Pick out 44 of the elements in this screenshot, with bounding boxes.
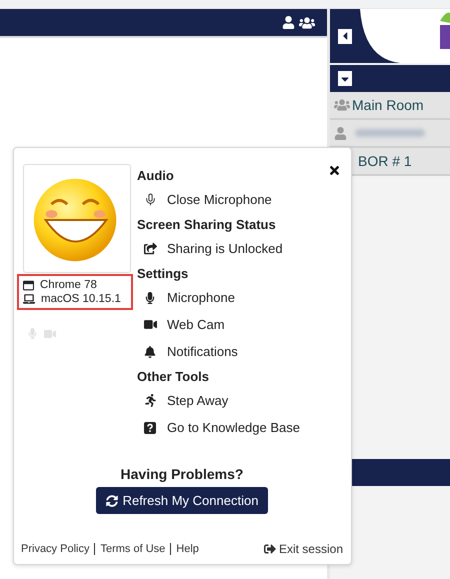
exit-link[interactable]: Exit session <box>264 542 343 556</box>
exit-icon <box>264 543 276 555</box>
user-icon[interactable] <box>282 16 295 29</box>
problems-title: Having Problems? <box>120 466 244 482</box>
microphone-icon <box>27 328 38 339</box>
section-title: Settings <box>137 264 188 283</box>
user-icon <box>334 126 347 140</box>
users-icon <box>334 97 350 113</box>
section-title: Audio <box>137 166 174 184</box>
help-icon <box>144 422 156 434</box>
menu-item[interactable]: Notifications <box>137 338 238 365</box>
microphone-icon <box>144 292 156 304</box>
menu-item[interactable]: Sharing is Unlocked <box>137 235 283 262</box>
menu-item[interactable]: Web Cam <box>137 311 225 338</box>
menu-item[interactable]: Close Microphone <box>137 186 272 213</box>
laptop-icon <box>23 293 35 305</box>
microphone-icon <box>144 193 156 206</box>
footer-link[interactable]: Privacy Policy <box>21 543 94 555</box>
client-info-text: macOS 10.15.1 <box>41 293 121 305</box>
refresh-button[interactable]: Refresh My Connection <box>96 487 268 514</box>
room-row[interactable]: Main Room <box>330 92 450 120</box>
menu-item[interactable]: Step Away <box>137 387 228 414</box>
users-icon[interactable] <box>299 14 315 30</box>
footer-link[interactable]: Terms of Use <box>94 543 170 555</box>
menu-item[interactable]: Go to Knowledge Base <box>137 414 300 441</box>
close-icon <box>328 164 341 177</box>
bell-icon <box>144 346 156 358</box>
video-camera-icon <box>144 318 156 331</box>
running-person-icon <box>144 394 156 407</box>
close-button[interactable] <box>328 164 341 177</box>
blurred-name <box>355 129 425 137</box>
refresh-icon <box>106 494 118 506</box>
footer-link[interactable]: Help <box>170 543 204 555</box>
room-name: BOR # 1 <box>358 153 412 169</box>
browser-window-icon <box>23 280 34 290</box>
video-camera-icon <box>44 328 56 340</box>
section-title: Screen Sharing Status <box>137 216 276 234</box>
expand-button[interactable] <box>338 71 352 86</box>
share-icon <box>144 242 156 255</box>
client-info-text: Chrome 78 <box>40 279 97 291</box>
collapse-button[interactable] <box>338 28 352 44</box>
menu-item[interactable]: Microphone <box>137 284 235 311</box>
section-title: Other Tools <box>137 368 209 386</box>
room-name: Main Room <box>352 97 424 113</box>
